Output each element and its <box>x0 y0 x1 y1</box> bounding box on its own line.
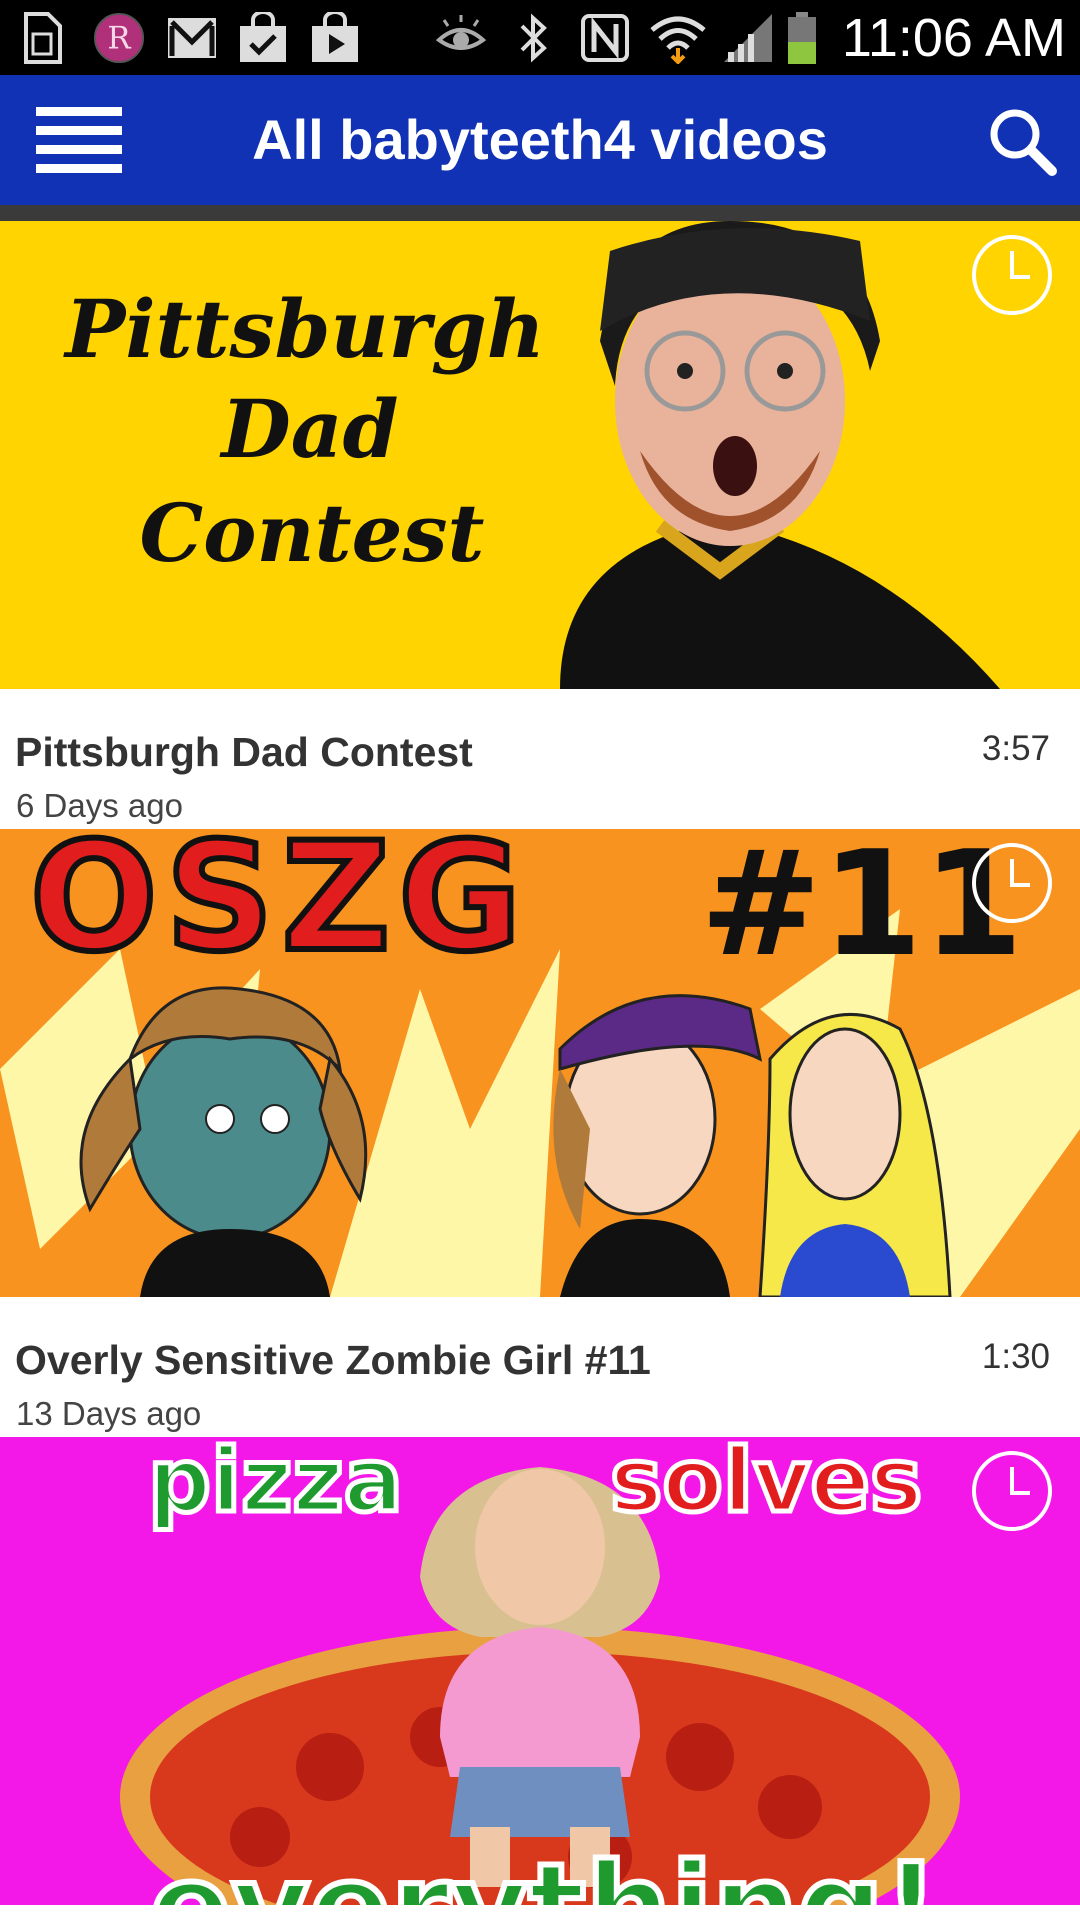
video-title[interactable]: Overly Sensitive Zombie Girl #11 <box>15 1337 651 1384</box>
app-bar-shadow <box>0 205 1080 221</box>
play-store-icon <box>312 12 358 62</box>
bluetooth-icon <box>520 13 547 63</box>
video-thumbnail[interactable]: Pittsburgh Dad Contest <box>0 221 1080 689</box>
thumbnail-text: solves <box>610 1437 922 1532</box>
video-title[interactable]: Pittsburgh Dad Contest <box>15 729 473 776</box>
thumbnail-text: pizza <box>148 1437 403 1532</box>
thumbnail-text: everything! <box>150 1839 938 1905</box>
svg-text:R: R <box>107 21 131 57</box>
thumbnail-text: Dad <box>219 382 398 476</box>
signal-icon <box>724 14 772 62</box>
video-item[interactable]: Pittsburgh Dad Contest Pittsburgh Dad Co… <box>0 221 1080 829</box>
watch-later-clock-icon[interactable] <box>970 841 1054 925</box>
app-bar: All babyteeth4 videos <box>0 75 1080 205</box>
video-meta: Overly Sensitive Zombie Girl #11 13 Days… <box>0 1297 1080 1437</box>
shopping-bag-check-icon <box>240 12 286 62</box>
thumbnail-text: Pittsburgh <box>63 282 545 376</box>
watch-later-clock-icon[interactable] <box>970 233 1054 317</box>
app-r-icon: R <box>93 12 145 64</box>
status-bar: R 11:06 AM <box>0 0 1080 75</box>
battery-icon <box>788 12 816 64</box>
video-thumbnail[interactable]: OSZG #11 <box>0 829 1080 1297</box>
video-age: 13 Days ago <box>16 1395 202 1432</box>
page-title: All babyteeth4 videos <box>252 108 828 171</box>
video-item[interactable]: OSZG #11 Overly Sensitive Zombie Girl #1… <box>0 829 1080 1437</box>
thumbnail-text: Contest <box>139 486 484 580</box>
watch-later-clock-icon[interactable] <box>970 1449 1054 1533</box>
video-duration: 1:30 <box>981 1337 1050 1376</box>
video-meta: Pittsburgh Dad Contest 6 Days ago 3:57 <box>0 689 1080 829</box>
video-duration: 3:57 <box>981 729 1050 768</box>
eye-icon <box>436 15 486 50</box>
video-thumbnail[interactable]: pizza solves everything! <box>0 1437 1080 1905</box>
video-item[interactable]: pizza solves everything! <box>0 1437 1080 1920</box>
status-time: 11:06 AM <box>841 8 1066 68</box>
video-age: 6 Days ago <box>16 787 183 824</box>
sim-card-icon <box>24 12 62 64</box>
wifi-icon <box>650 16 706 64</box>
hamburger-menu-icon[interactable] <box>36 103 122 179</box>
search-icon[interactable] <box>986 105 1058 177</box>
gmail-icon <box>168 18 216 58</box>
thumbnail-text: OSZG <box>30 829 529 985</box>
nfc-icon <box>581 14 629 62</box>
